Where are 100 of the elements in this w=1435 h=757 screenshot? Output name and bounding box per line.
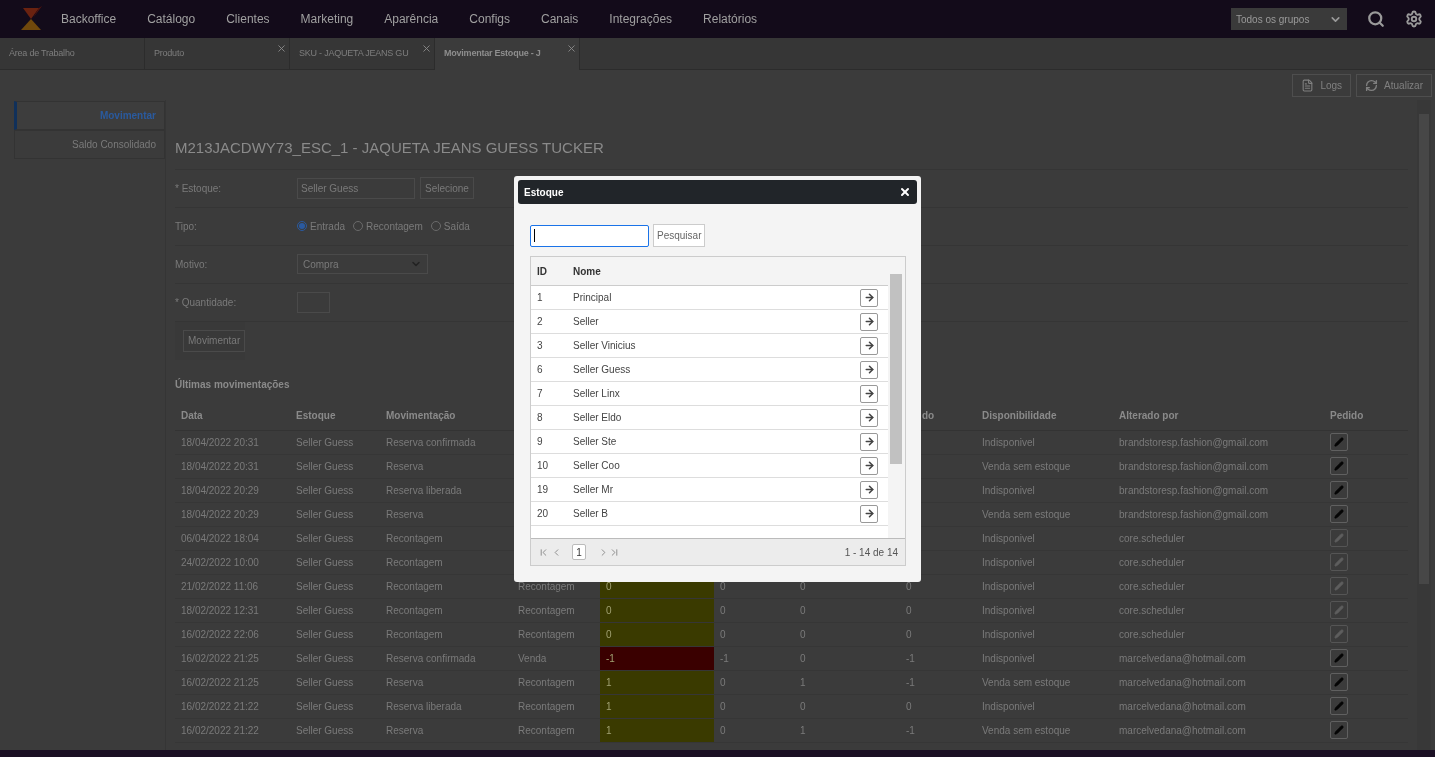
first-page-icon[interactable]	[538, 546, 549, 558]
pencil-icon	[1334, 437, 1344, 447]
edit-button[interactable]	[1330, 673, 1348, 691]
table-cell: Recontagem	[386, 604, 443, 616]
page-button[interactable]: 1	[572, 544, 586, 561]
refresh-icon	[1365, 78, 1379, 92]
table-cell-text: Seller	[572, 315, 600, 329]
column-header: Data	[181, 410, 203, 421]
radio-option[interactable]: Recontagem	[353, 218, 423, 234]
arrow-right-icon	[863, 436, 875, 447]
edit-button[interactable]	[1330, 433, 1348, 451]
table-cell: Seller Guess	[296, 484, 354, 496]
table-cell: brandstoresp.fashion@gmail.com	[1119, 460, 1269, 472]
table-cell-text: 10	[536, 459, 550, 473]
nav-link[interactable]: Configs	[469, 10, 510, 28]
arrow-right-icon	[863, 292, 875, 303]
table-cell: Seller Guess	[296, 508, 354, 520]
table-cell: Reserva	[386, 460, 424, 472]
dialog-title: Estoque	[524, 185, 564, 200]
sidebar-item[interactable]: Movimentar	[14, 101, 165, 130]
select-row-button[interactable]	[860, 504, 878, 523]
table-cell: Seller Guess	[296, 532, 354, 544]
search-button[interactable]: Pesquisar	[653, 224, 706, 247]
table-cell: core.scheduler	[1119, 628, 1185, 640]
tab[interactable]: Área de Trabalho	[0, 38, 145, 70]
sidebar-item[interactable]: Saldo Consolidado	[14, 130, 165, 159]
table-cell: marcelvedana@hotmail.com	[1119, 724, 1246, 736]
table-cell-text: 7	[536, 387, 544, 401]
close-icon[interactable]	[899, 186, 911, 198]
arrow-right-icon	[863, 340, 875, 351]
motivo-select[interactable]: Compra	[297, 254, 428, 274]
table-cell: Venda sem estoque	[982, 724, 1071, 736]
edit-button[interactable]	[1330, 649, 1348, 667]
quantity-cell: 1	[600, 670, 714, 694]
nav-link[interactable]: Catálogo	[147, 10, 196, 28]
radio-option[interactable]: Entrada	[297, 218, 346, 234]
group-select[interactable]: Todos os grupos	[1231, 8, 1347, 30]
pencil-icon	[1334, 677, 1344, 687]
select-row-button[interactable]	[860, 336, 878, 355]
table-cell: Recontagem	[386, 556, 443, 568]
column-header: Estoque	[296, 410, 336, 421]
table-cell: Indisponivel	[982, 700, 1035, 712]
select-button[interactable]: Selecione	[420, 177, 474, 199]
nav-link[interactable]: Canais	[541, 10, 579, 28]
arrow-right-icon	[863, 412, 875, 423]
select-row-button[interactable]	[860, 312, 878, 331]
field-label: * Estoque:	[175, 181, 223, 196]
nav-link[interactable]: Integrações	[609, 10, 673, 28]
select-row-button[interactable]	[860, 432, 878, 451]
logs-button[interactable]: Logs	[1292, 73, 1352, 97]
pencil-icon	[1334, 629, 1344, 639]
radio-option[interactable]: Saída	[430, 218, 470, 234]
table-cell: core.scheduler	[1119, 604, 1185, 616]
arrow-right-icon	[863, 460, 875, 471]
edit-button[interactable]	[1330, 505, 1348, 523]
last-page-icon[interactable]	[609, 546, 620, 558]
select-row-button[interactable]	[860, 384, 878, 403]
table-cell: 06/04/2022 18:04	[181, 532, 259, 544]
edit-button[interactable]	[1330, 721, 1348, 739]
select-row-button[interactable]	[860, 480, 878, 499]
nav-link[interactable]: Marketing	[300, 10, 354, 28]
table-cell: brandstoresp.fashion@gmail.com	[1119, 484, 1269, 496]
table-cell: brandstoresp.fashion@gmail.com	[1119, 436, 1269, 448]
table-cell-text: 8	[536, 411, 544, 425]
movimentar-button[interactable]: Movimentar	[183, 329, 246, 352]
table-cell-text: Seller Linx	[572, 387, 621, 401]
estoque-field[interactable]: Seller Guess	[297, 177, 415, 199]
nav-link[interactable]: Backoffice	[61, 10, 117, 28]
table-cell: Recontagem	[518, 604, 575, 616]
search-field[interactable]	[530, 224, 649, 247]
refresh-button[interactable]: Atualizar	[1356, 73, 1432, 97]
select-row-button[interactable]	[860, 456, 878, 475]
tab[interactable]: Movimentar Estoque - J	[435, 38, 580, 70]
nav-link[interactable]: Aparência	[384, 10, 439, 28]
tab[interactable]: Produto	[145, 38, 290, 70]
edit-button[interactable]	[1330, 457, 1348, 475]
table-cell: marcelvedana@hotmail.com	[1119, 676, 1246, 688]
select-row-button[interactable]	[860, 360, 878, 379]
table-cell: Recontagem	[518, 700, 575, 712]
arrow-right-icon	[863, 316, 875, 327]
table-cell-text: Seller B	[572, 507, 609, 521]
table-cell: 16/02/2022 22:06	[181, 628, 259, 640]
tab-label: Produto	[154, 47, 184, 61]
nav-link[interactable]: Relatórios	[703, 10, 758, 28]
table-cell: 16/02/2022 21:25	[181, 676, 259, 688]
column-header: Pedido	[1330, 410, 1364, 421]
edit-button[interactable]	[1330, 481, 1348, 499]
select-row-button[interactable]	[860, 288, 878, 307]
table-cell: Seller Guess	[296, 652, 354, 664]
edit-button[interactable]	[1330, 697, 1348, 715]
nav-link[interactable]: Clientes	[226, 10, 270, 28]
table-cell: marcelvedana@hotmail.com	[1119, 700, 1246, 712]
tab-label: Movimentar Estoque - J	[444, 47, 541, 61]
table-cell-text: Seller Coo	[572, 459, 621, 473]
select-row-button[interactable]	[860, 408, 878, 427]
radio-button[interactable]	[297, 221, 307, 231]
search-icon[interactable]	[1367, 10, 1385, 28]
settings-icon[interactable]	[1405, 10, 1423, 28]
table-cell: Seller Guess	[296, 628, 354, 640]
table-cell: 18/02/2022 12:31	[181, 604, 259, 616]
